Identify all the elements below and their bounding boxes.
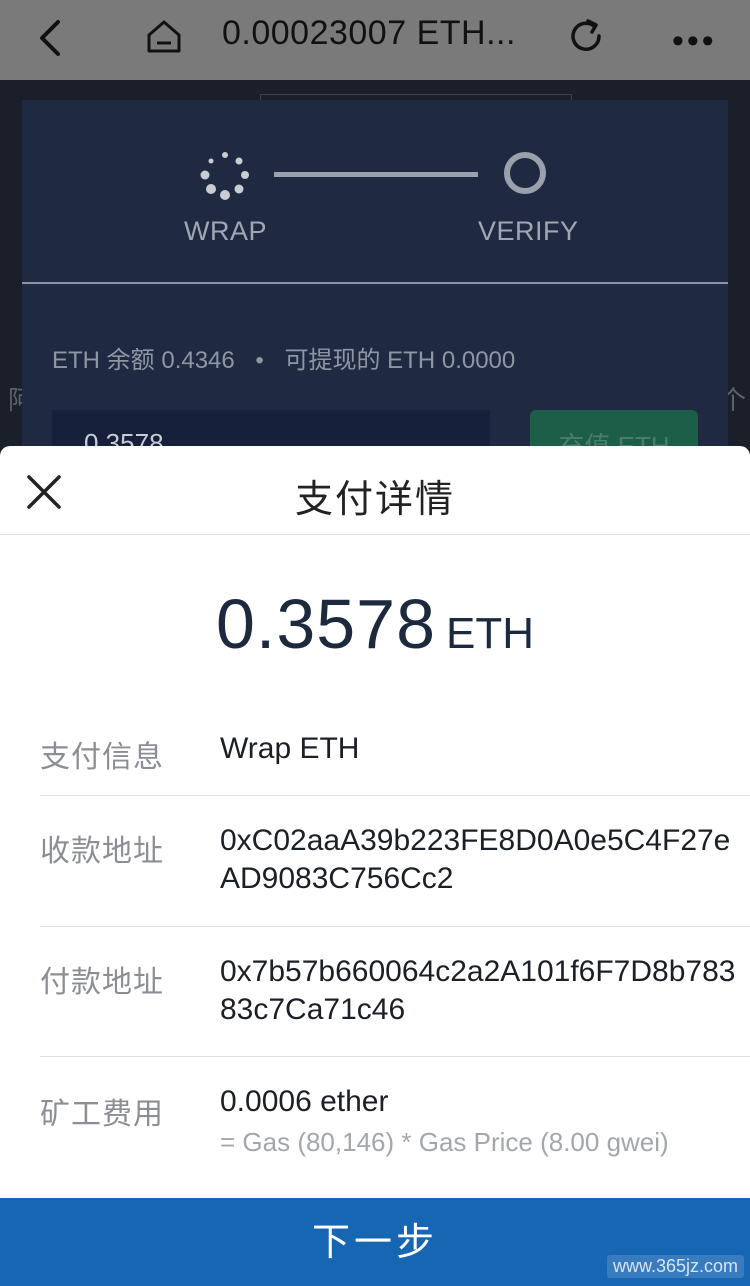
row-value: 0x7b57b660064c2a2A101f6F7D8b78383c7Ca71c…: [220, 955, 736, 1026]
row-label: 支付信息: [40, 741, 164, 774]
sheet-title: 支付详情: [294, 479, 455, 521]
step-connector: [274, 172, 478, 177]
separator-dot: •: [255, 347, 264, 374]
row-value: 0xC02aaA39b223FE8D0A0e5C4F27eAD9083C756C…: [220, 824, 731, 895]
withdrawable-label: 可提现的 ETH: [284, 347, 436, 374]
step-label-wrap: WRAP: [184, 216, 267, 246]
home-icon[interactable]: [144, 16, 184, 61]
payment-amount-unit: ETH: [446, 609, 535, 658]
gas-formula: = Gas (80,146) * Gas Price (8.00 gwei): [220, 1127, 669, 1157]
watermark: www.365jz.com: [606, 1255, 744, 1278]
withdrawable-value: 0.0000: [441, 347, 516, 374]
balance-line: ETH 余额 0.4346 • 可提现的 ETH 0.0000: [52, 340, 515, 375]
divider: [22, 282, 728, 284]
background-page: 阿 个 WRAP VERIFY ETH 余额 0.4346 • 可提现的 ETH…: [0, 80, 750, 461]
payment-amount: 0.3578 ETH: [0, 584, 750, 664]
progress-stepper: WRAP VERIFY: [22, 100, 728, 280]
step-pending-circle-icon: [504, 152, 546, 194]
payment-amount-value: 0.3578: [215, 585, 437, 663]
sheet-header: 支付详情: [0, 446, 750, 535]
row-label: 矿工费用: [40, 1098, 164, 1131]
wrap-modal: WRAP VERIFY ETH 余额 0.4346 • 可提现的 ETH 0.0…: [22, 100, 728, 461]
loading-spinner-icon: [200, 150, 250, 200]
eth-balance-label: ETH 余额: [52, 347, 155, 374]
row-divider: [40, 795, 750, 796]
row-value: 0.0006 ether: [220, 1085, 389, 1118]
row-label: 付款地址: [40, 966, 164, 999]
browser-toolbar: 0.00023007 ETH... •••: [0, 0, 750, 80]
row-label: 收款地址: [40, 835, 164, 868]
row-value: Wrap ETH: [220, 732, 360, 765]
page-title: 0.00023007 ETH...: [222, 14, 516, 52]
eth-balance-value: 0.4346: [161, 347, 235, 374]
refresh-icon[interactable]: [566, 16, 606, 61]
more-icon[interactable]: •••: [672, 22, 717, 61]
payment-details-sheet: 支付详情 0.3578 ETH 支付信息 Wrap ETH 收款地址 0xC02a…: [0, 446, 750, 1286]
chevron-left-icon[interactable]: [32, 18, 68, 63]
row-divider: [40, 926, 750, 927]
row-divider: [40, 1056, 750, 1057]
step-label-verify: VERIFY: [478, 216, 579, 246]
